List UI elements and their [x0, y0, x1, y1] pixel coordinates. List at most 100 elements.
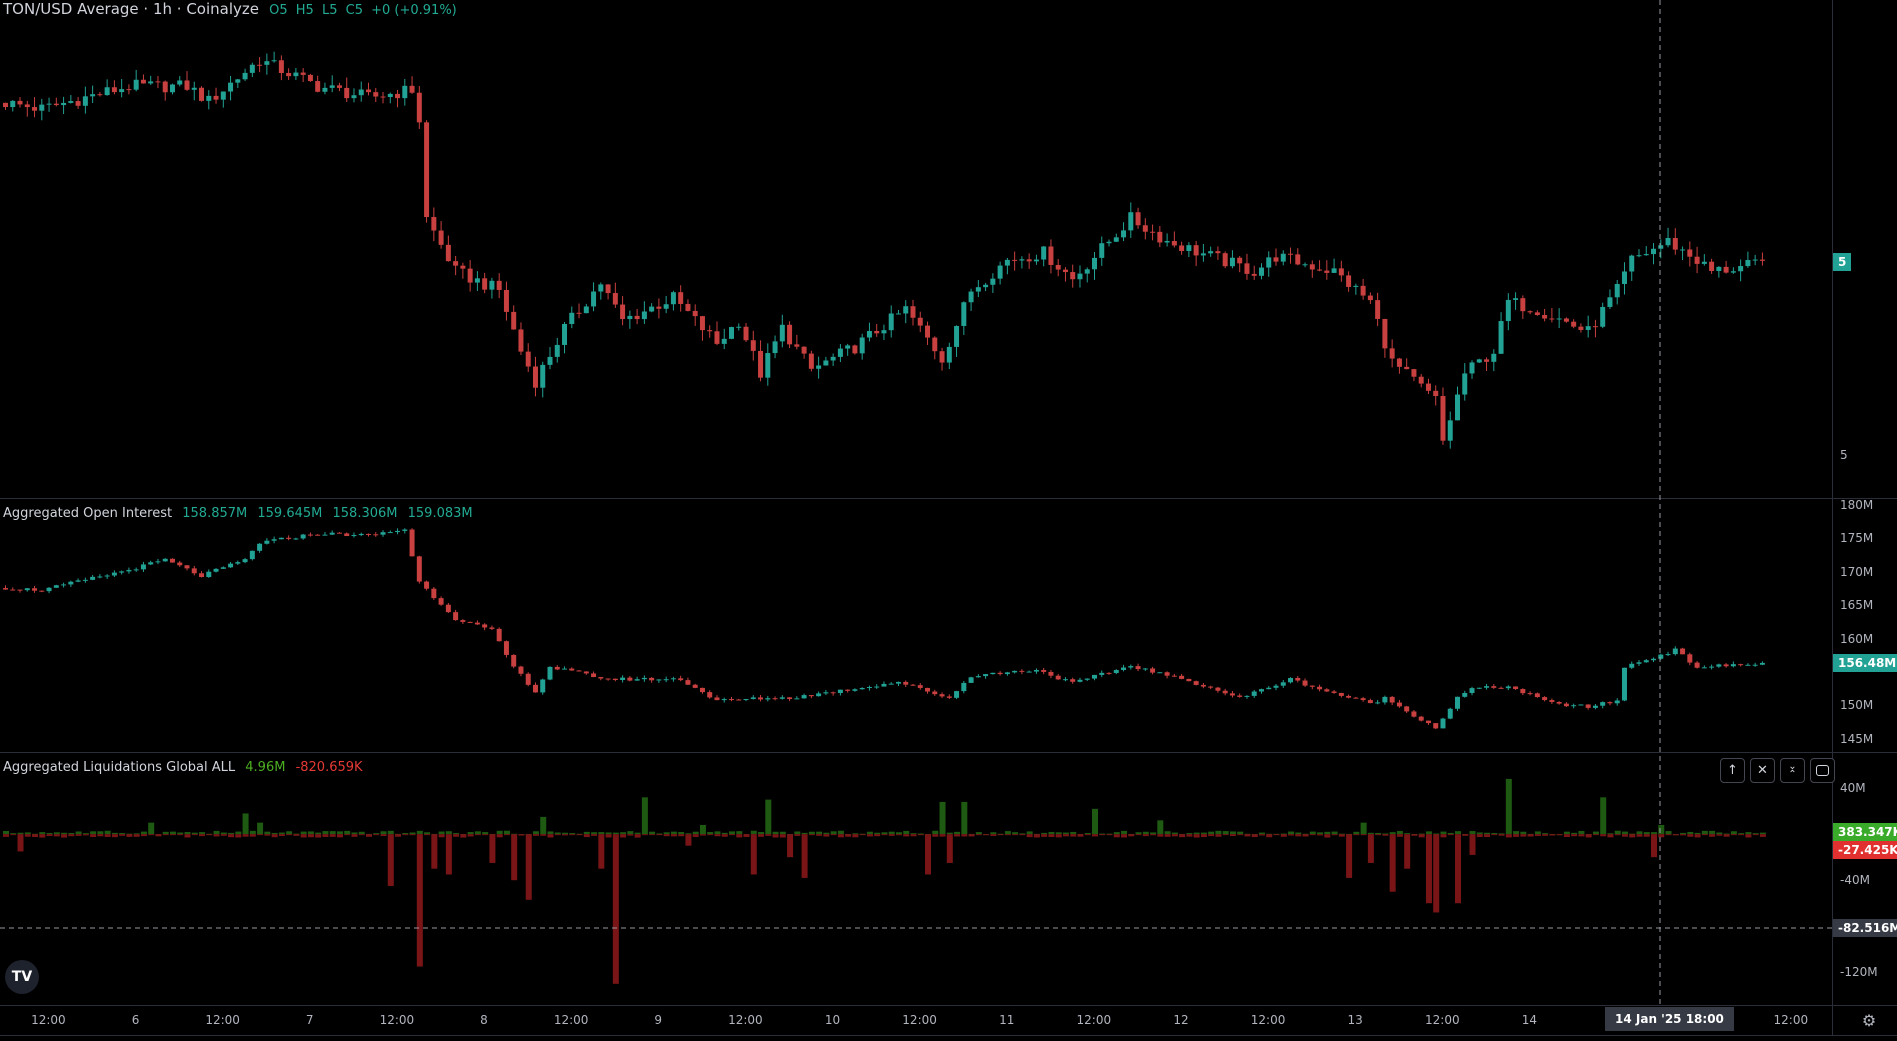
short-liquidation-bar — [750, 830, 757, 835]
candle-body — [808, 353, 814, 369]
short-liquidation-bar — [75, 831, 82, 835]
tradingview-logo[interactable]: TV — [5, 960, 39, 994]
candle-body — [97, 94, 103, 96]
short-liquidation-bar — [1759, 832, 1766, 835]
long-liquidation-bar — [1215, 834, 1222, 837]
price-pane[interactable] — [0, 0, 1832, 498]
candle-body — [1302, 680, 1308, 686]
candle-body — [983, 674, 989, 677]
candle-body — [213, 95, 219, 100]
remove-pane-button[interactable]: ✕ — [1750, 758, 1775, 783]
liq-title[interactable]: Aggregated Liquidations Global ALL — [3, 760, 235, 775]
candle-body — [656, 306, 662, 309]
long-liquidation-bar — [17, 834, 24, 852]
candle-body — [758, 350, 764, 378]
candle-body — [1687, 249, 1693, 257]
long-liquidation-bar — [1585, 834, 1592, 838]
open-interest-chart[interactable] — [0, 499, 1832, 752]
oi-title[interactable]: Aggregated Open Interest — [3, 506, 172, 521]
candle-body — [1280, 253, 1286, 262]
long-liquidation-bar — [503, 834, 510, 836]
ohlc-low: L5 — [321, 3, 338, 18]
short-liquidation-bar — [416, 830, 423, 835]
candle-body — [1694, 662, 1700, 668]
short-liquidation-bar — [532, 831, 539, 835]
long-liquidation-bar — [685, 834, 692, 846]
candle-body — [1658, 245, 1664, 249]
symbol-title[interactable]: TON/USD Average · 1h · Coinalyze — [3, 0, 259, 18]
long-liquidation-bar — [1520, 834, 1527, 837]
long-liquidation-bar — [743, 834, 750, 837]
candle-body — [213, 568, 219, 572]
candle-body — [228, 563, 234, 568]
candle-body — [714, 331, 720, 344]
short-liquidation-bar — [1237, 831, 1244, 835]
candle-body — [946, 696, 952, 698]
candle-body — [961, 302, 967, 326]
open-interest-pane[interactable] — [0, 499, 1832, 752]
long-liquidation-bar — [772, 834, 779, 838]
oi-axis-label: 145M — [1840, 732, 1874, 746]
candle-body — [1738, 266, 1744, 272]
short-liquidation-bar — [184, 832, 191, 835]
long-liquidation-bar — [852, 834, 859, 838]
long-liquidation-bar — [736, 834, 743, 838]
candle-body — [1346, 275, 1352, 287]
liquidations-chart[interactable] — [0, 753, 1832, 1005]
short-liquidation-bar — [1665, 831, 1672, 835]
short-liquidation-bar — [1113, 832, 1120, 835]
candle-body — [1062, 679, 1068, 681]
candle-body — [336, 85, 342, 88]
candle-body — [1229, 257, 1235, 267]
short-liquidation-bar — [1520, 831, 1527, 835]
candle-body — [1643, 254, 1649, 256]
candle-body — [1614, 700, 1620, 704]
candle-body — [1469, 688, 1475, 693]
short-liquidation-bar — [177, 832, 184, 835]
candle-body — [961, 682, 967, 692]
candle-body — [1302, 264, 1308, 266]
candle-body — [1520, 298, 1526, 312]
long-liquidation-bar — [1643, 834, 1650, 837]
candle-body — [794, 698, 800, 700]
short-liquidation-bar — [90, 831, 97, 835]
candle-body — [1092, 257, 1097, 270]
candle-body — [1012, 670, 1018, 673]
candle-body — [53, 585, 59, 588]
candle-body — [1128, 212, 1134, 231]
time-axis-label: 12:00 — [1250, 1013, 1286, 1027]
candle-body — [1128, 666, 1134, 668]
liq-longs-value: -820.659K — [295, 760, 363, 775]
settings-icon[interactable]: ⚙ — [1859, 1010, 1879, 1030]
long-liquidation-bar — [830, 834, 837, 836]
candle-body — [1389, 696, 1395, 703]
candle-body — [1266, 687, 1272, 690]
long-liquidation-bar — [1614, 834, 1621, 836]
short-liquidation-bar — [961, 801, 968, 835]
short-liquidation-bar — [242, 813, 249, 835]
open-interest-legend: Aggregated Open Interest 158.857M 159.64… — [3, 506, 479, 521]
candle-body — [10, 589, 16, 591]
short-liquidation-bar — [1164, 831, 1171, 835]
collapse-pane-button[interactable]: ⌄ ⌃ — [1780, 758, 1805, 783]
liquidations-pane[interactable] — [0, 753, 1832, 1005]
short-liquidation-bar — [837, 830, 844, 835]
candle-body — [467, 268, 473, 283]
long-liquidation-bar — [402, 834, 409, 836]
candle-body — [1607, 702, 1613, 704]
candle-body — [1585, 326, 1591, 330]
time-axis[interactable]: 12:00 6 12:00 7 12:00 8 12:00 9 12:00 10 12:00 11 12… — [0, 1006, 1832, 1035]
candle-body — [1331, 691, 1337, 693]
candle-body — [1375, 702, 1381, 704]
candle-body — [53, 103, 59, 106]
long-liquidation-bar — [699, 834, 706, 836]
move-pane-up-button[interactable]: ↑ — [1720, 758, 1745, 783]
maximize-pane-button[interactable] — [1810, 758, 1835, 783]
short-liquidation-bar — [119, 833, 126, 835]
short-liquidation-bar — [445, 831, 452, 835]
candle-body — [1723, 266, 1729, 273]
short-liquidation-bar — [598, 832, 605, 835]
price-candles-chart[interactable] — [0, 0, 1832, 498]
candle-body — [1382, 696, 1388, 703]
candle-body — [1716, 664, 1722, 667]
